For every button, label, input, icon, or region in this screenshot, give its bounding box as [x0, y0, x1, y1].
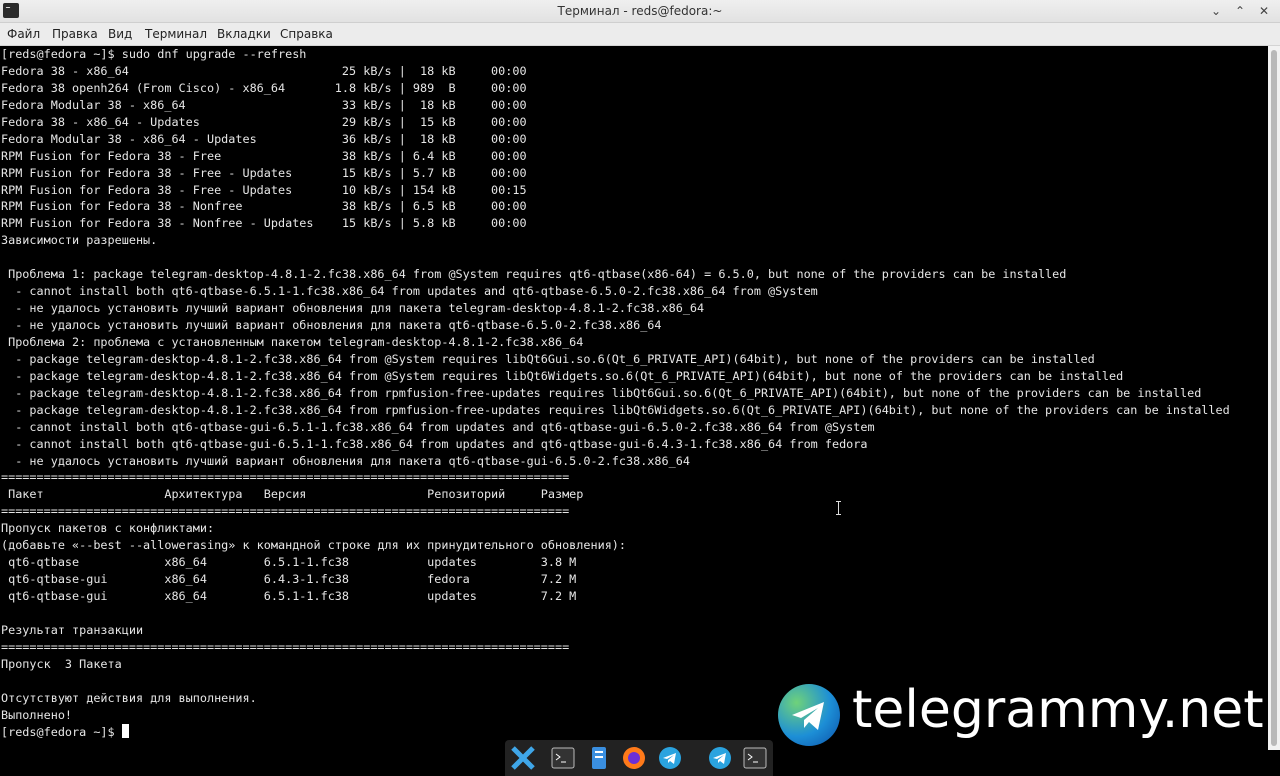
terminal-line: - не удалось установить лучший вариант о…	[1, 318, 662, 332]
menu-view[interactable]: Вид	[108, 27, 132, 41]
xfce-menu-icon[interactable]	[510, 745, 536, 771]
menu-file[interactable]: Файл	[7, 27, 40, 41]
terminal-line: - package telegram-desktop-4.8.1-2.fc38.…	[1, 385, 1202, 400]
terminal-line: qt6-qtbase x86_64 6.5.1-1.fc38 updates 3…	[1, 555, 577, 570]
terminal-line: Fedora 38 - x86_64 - Updates 29 kB/s | 1…	[1, 114, 527, 129]
terminal-line: - не удалось установить лучший вариант о…	[1, 301, 705, 316]
terminal-line: Fedora Modular 38 - x86_64 33 kB/s | 18 …	[1, 97, 527, 112]
terminal-line: Результат транзакции	[1, 622, 144, 637]
terminal-line: Пакет Архитектура Версия Репозиторий Раз…	[1, 487, 584, 502]
menu-tabs[interactable]: Вкладки	[217, 27, 271, 41]
terminal-line: Fedora 38 - x86_64 25 kB/s | 18 kB 00:00	[1, 63, 527, 78]
terminal-line: Проблема 2: проблема с установленным пак…	[1, 334, 584, 349]
terminal-line: RPM Fusion for Fedora 38 - Nonfree - Upd…	[1, 216, 527, 231]
terminal-line: - cannot install both qt6-qtbase-gui-6.5…	[1, 436, 868, 451]
terminal-line: ========================================…	[1, 639, 570, 654]
maximize-icon[interactable]: ⌃	[1232, 3, 1248, 19]
watermark-text: telegrammy.net	[852, 680, 1264, 740]
window-titlebar[interactable]: Терминал - reds@fedora:~ ⌄ ⌃ ✕	[0, 0, 1280, 23]
telegram-icon[interactable]	[707, 745, 733, 771]
terminal-line: - cannot install both qt6-qtbase-gui-6.5…	[1, 419, 875, 434]
terminal-line: Пропуск пакетов с конфликтами:	[1, 521, 215, 536]
menu-help[interactable]: Справка	[280, 27, 333, 41]
terminal-cursor	[121, 723, 129, 738]
terminal-line: - package telegram-desktop-4.8.1-2.fc38.…	[1, 368, 1124, 383]
terminal-line: - package telegram-desktop-4.8.1-2.fc38.…	[1, 351, 1095, 366]
minimize-icon[interactable]: ⌄	[1208, 3, 1224, 19]
terminal-line: qt6-qtbase-gui x86_64 6.5.1-1.fc38 updat…	[1, 589, 577, 603]
terminal-line: Зависимости разрешены.	[1, 233, 158, 248]
menu-edit[interactable]: Правка	[52, 27, 98, 41]
telegram-logo-icon	[778, 684, 840, 746]
terminal-line: - package telegram-desktop-4.8.1-2.fc38.…	[1, 402, 1230, 417]
terminal-line: RPM Fusion for Fedora 38 - Nonfree 38 kB…	[1, 199, 527, 214]
terminal-line: ========================================…	[1, 470, 570, 485]
terminal-line: RPM Fusion for Fedora 38 - Free 38 kB/s …	[1, 148, 527, 163]
terminal-line: ========================================…	[1, 504, 570, 519]
terminal-scrollbar[interactable]	[1268, 46, 1280, 750]
firefox-icon[interactable]	[621, 745, 647, 771]
terminal-icon[interactable]	[550, 745, 576, 771]
terminal-text: [reds@fedora ~]$ sudo dnf upgrade --refr…	[0, 46, 1268, 740]
menu-terminal[interactable]: Терминал	[145, 27, 207, 41]
telegram-icon[interactable]	[657, 745, 683, 771]
terminal-line: Fedora 38 openh264 (From Cisco) - x86_64…	[1, 80, 527, 95]
terminal-line: Fedora Modular 38 - x86_64 - Updates 36 …	[1, 131, 527, 146]
terminal-line: RPM Fusion for Fedora 38 - Free - Update…	[1, 182, 527, 197]
terminal-line: (добавьте «--best --allowerasing» к кома…	[1, 538, 627, 553]
text-cursor-icon	[836, 501, 841, 515]
terminal-line: Пропуск 3 Пакета	[1, 656, 122, 671]
terminal-line: RPM Fusion for Fedora 38 - Free - Update…	[1, 165, 527, 180]
taskbar	[505, 740, 773, 776]
menu-bar: Файл Правка Вид Терминал Вкладки Справка	[0, 23, 1280, 46]
terminal-line: Проблема 1: package telegram-desktop-4.8…	[1, 267, 1067, 282]
terminal-line: [reds@fedora ~]$ sudo dnf upgrade --refr…	[1, 47, 307, 61]
terminal-line: - не удалось установить лучший вариант о…	[1, 453, 690, 468]
terminal-line: - cannot install both qt6-qtbase-6.5.1-1…	[1, 284, 818, 299]
window-title: Терминал - reds@fedora:~	[557, 4, 723, 18]
close-icon[interactable]: ✕	[1256, 3, 1272, 19]
file-manager-icon[interactable]	[586, 745, 612, 771]
terminal-output[interactable]: [reds@fedora ~]$ sudo dnf upgrade --refr…	[0, 46, 1268, 750]
shell-prompt: [reds@fedora ~]$	[1, 724, 122, 739]
terminal-line: qt6-qtbase-gui x86_64 6.4.3-1.fc38 fedor…	[1, 572, 577, 587]
terminal-icon[interactable]	[742, 745, 768, 771]
scrollbar-thumb[interactable]	[1271, 50, 1277, 746]
